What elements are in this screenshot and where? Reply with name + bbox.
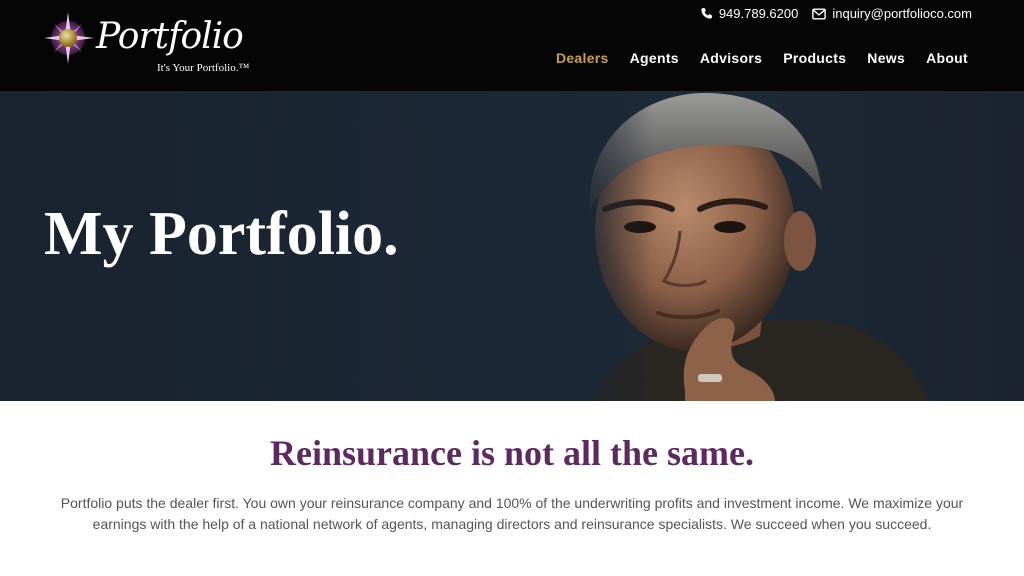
hero-portrait-image <box>560 91 1024 401</box>
logo[interactable]: Portfolio It's Your Portfolio.™ <box>44 12 254 78</box>
nav-item-products[interactable]: Products <box>783 50 846 66</box>
email-address: inquiry@portfolioco.com <box>832 6 972 21</box>
nav-item-agents[interactable]: Agents <box>630 50 679 66</box>
intro-paragraph: Portfolio puts the dealer first. You own… <box>60 495 964 532</box>
nav-item-dealers[interactable]: Dealers <box>556 50 609 66</box>
logo-tagline: It's Your Portfolio.™ <box>157 62 250 74</box>
intro-heading: Reinsurance is not all the same. <box>270 433 754 473</box>
site-header: Portfolio It's Your Portfolio.™ 949.789.… <box>0 0 1024 91</box>
logo-wordmark: Portfolio <box>96 16 244 57</box>
phone-link[interactable]: 949.789.6200 <box>700 6 799 21</box>
compass-star-icon <box>44 12 94 64</box>
nav-item-advisors[interactable]: Advisors <box>700 50 762 66</box>
email-link[interactable]: inquiry@portfolioco.com <box>812 6 972 21</box>
phone-icon <box>701 7 712 19</box>
hero-banner: My Portfolio. <box>0 91 1024 401</box>
hero-title: My Portfolio. <box>44 200 399 268</box>
nav-item-about[interactable]: About <box>926 50 968 66</box>
envelope-icon <box>812 7 827 20</box>
contact-bar: 949.789.6200 inquiry@portfolioco.com <box>700 6 972 21</box>
main-nav: Dealers Agents Advisors Products News Ab… <box>556 50 968 66</box>
phone-number: 949.789.6200 <box>718 6 799 21</box>
nav-item-news[interactable]: News <box>867 50 905 66</box>
